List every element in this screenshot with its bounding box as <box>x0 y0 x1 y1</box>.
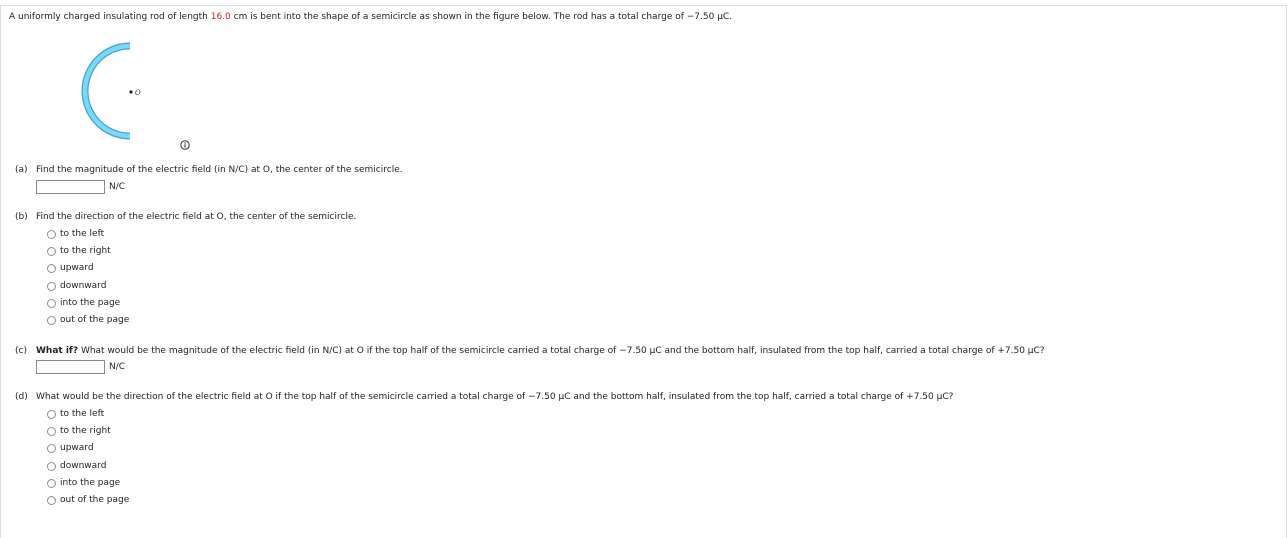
radio-button[interactable] <box>47 426 56 436</box>
part-c-text: What would be the magnitude of the elect… <box>78 346 1045 356</box>
semicircle-figure: O <box>60 36 200 154</box>
radio-button[interactable] <box>47 281 56 291</box>
part-d-option-left[interactable]: to the left <box>47 409 104 419</box>
part-a-answer-row: N/C <box>36 180 125 194</box>
option-label: to the right <box>60 426 111 436</box>
problem-statement: A uniformly charged insulating rod of le… <box>9 12 732 22</box>
option-label: into the page <box>60 298 121 308</box>
part-b-text: Find the direction of the electric field… <box>36 212 357 222</box>
part-d-option-right[interactable]: to the right <box>47 426 111 436</box>
radio-button[interactable] <box>47 263 56 273</box>
radio-button[interactable] <box>47 298 56 308</box>
part-b-label: (b) <box>15 212 28 222</box>
intro-text-start: A uniformly charged insulating rod of le… <box>9 12 211 22</box>
part-c-answer-input[interactable] <box>36 360 104 374</box>
part-b-option-right[interactable]: to the right <box>47 246 111 256</box>
part-d-question: (d) What would be the direction of the el… <box>15 392 953 402</box>
center-point-label: O <box>135 89 141 97</box>
option-label: downward <box>60 461 107 471</box>
part-a-text: Find the magnitude of the electric field… <box>36 165 403 175</box>
part-a-question: (a) Find the magnitude of the electric fi… <box>15 165 403 175</box>
length-value: 16.0 <box>210 12 231 22</box>
intro-text-end: cm is bent into the shape of a semicircl… <box>230 12 733 22</box>
option-label: out of the page <box>60 315 130 325</box>
part-b-option-into-page[interactable]: into the page <box>47 298 120 308</box>
radio-button[interactable] <box>47 461 56 471</box>
option-label: downward <box>60 281 107 291</box>
part-b-question: (b) Find the direction of the electric fi… <box>15 212 356 222</box>
option-label: upward <box>60 263 94 273</box>
part-b-option-upward[interactable]: upward <box>47 263 94 273</box>
part-b-option-downward[interactable]: downward <box>47 281 106 291</box>
part-d-option-into-page[interactable]: into the page <box>47 478 120 488</box>
part-c-question: (c) What if? What would be the magnitude … <box>15 346 1045 356</box>
part-b-option-left[interactable]: to the left <box>47 229 104 239</box>
semicircle-diagram: O <box>81 42 141 140</box>
charged-rod-highlight <box>82 43 131 139</box>
part-d-option-out-of-page[interactable]: out of the page <box>47 495 129 505</box>
option-label: into the page <box>60 478 121 488</box>
charged-rod <box>81 42 131 140</box>
part-c-what-if: What if? <box>36 346 79 356</box>
part-d-option-downward[interactable]: downward <box>47 461 106 471</box>
part-a-unit: N/C <box>104 180 125 194</box>
radio-button[interactable] <box>47 495 56 505</box>
radio-button[interactable] <box>47 246 56 256</box>
part-b-option-out-of-page[interactable]: out of the page <box>47 315 129 325</box>
radio-button[interactable] <box>47 443 56 453</box>
radio-button[interactable] <box>47 409 56 419</box>
info-icon[interactable] <box>180 140 190 150</box>
radio-button[interactable] <box>47 315 56 325</box>
part-d-option-upward[interactable]: upward <box>47 443 94 453</box>
part-d-label: (d) <box>15 392 28 402</box>
radio-button[interactable] <box>47 229 56 239</box>
option-label: to the right <box>60 246 111 256</box>
part-c-unit: N/C <box>104 360 125 374</box>
part-c-label: (c) <box>15 346 27 356</box>
part-d-text: What would be the direction of the elect… <box>36 392 954 402</box>
radio-button[interactable] <box>47 478 56 488</box>
option-label: upward <box>60 443 94 453</box>
option-label: to the left <box>60 229 105 239</box>
option-label: to the left <box>60 409 105 419</box>
center-point <box>129 90 133 94</box>
part-c-answer-row: N/C <box>36 360 125 374</box>
part-a-label: (a) <box>15 165 28 175</box>
part-a-answer-input[interactable] <box>36 180 104 194</box>
option-label: out of the page <box>60 495 130 505</box>
